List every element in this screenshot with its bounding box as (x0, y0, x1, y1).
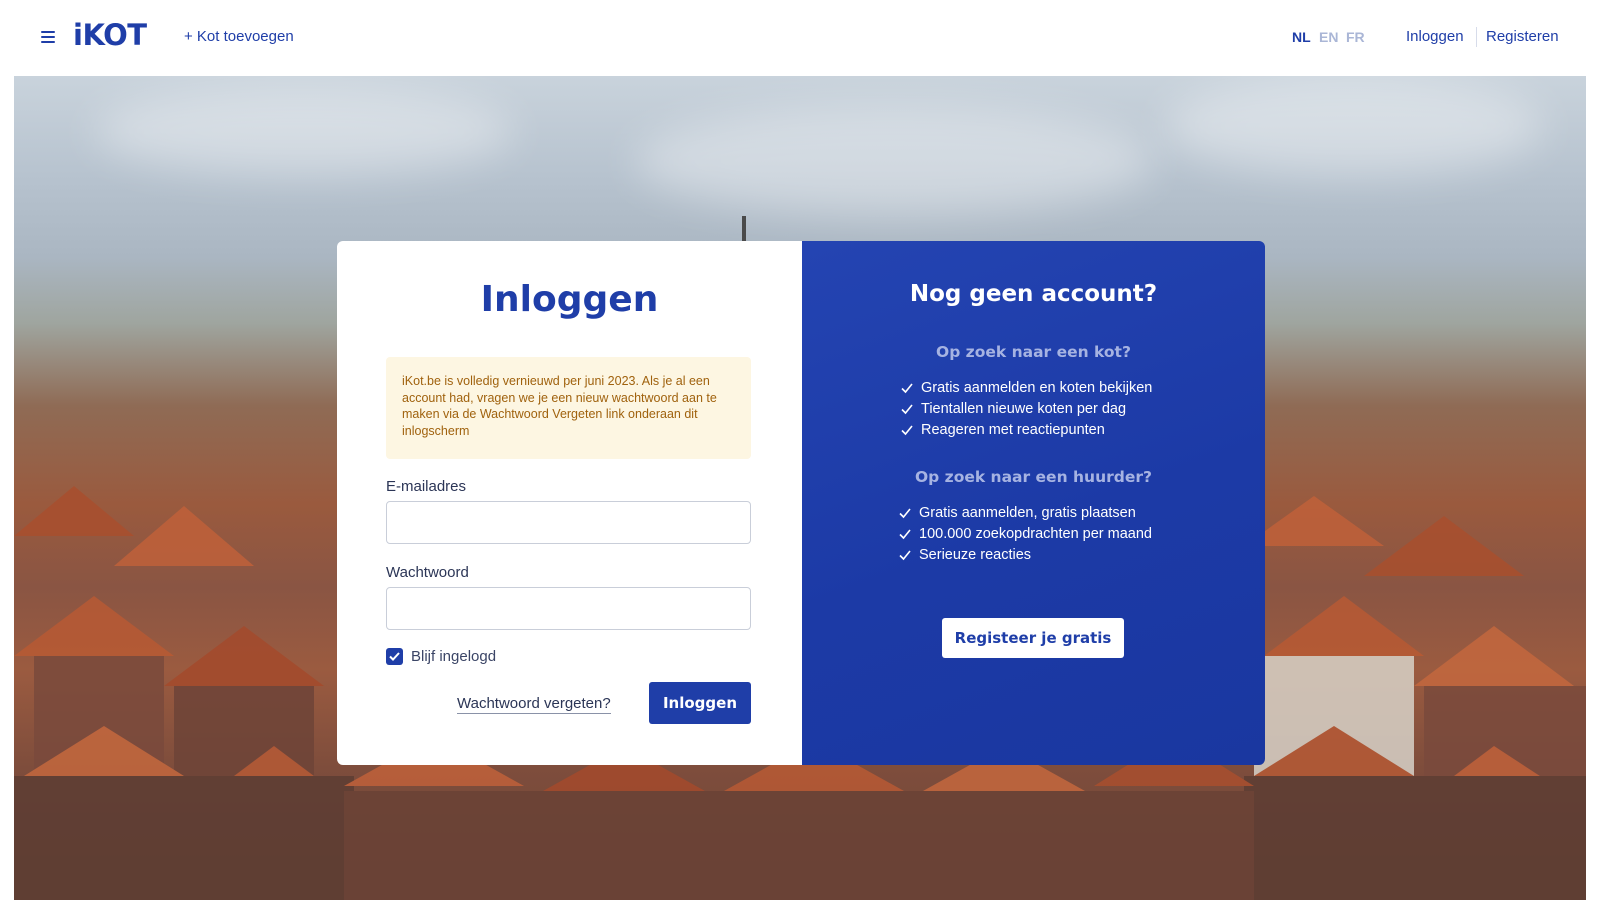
nav-divider (1476, 27, 1477, 47)
language-fr[interactable]: FR (1346, 29, 1365, 45)
tenant-benefits-list: Gratis aanmelden en koten bekijken Tient… (901, 377, 1152, 440)
list-item-text: Serieuze reacties (919, 546, 1032, 563)
list-item: Serieuze reacties (899, 544, 1152, 565)
ikot-logo[interactable]: iKOT (73, 18, 147, 52)
email-field[interactable] (386, 501, 751, 544)
password-label: Wachtwoord (386, 564, 469, 581)
renewal-notice: iKot.be is volledig vernieuwd per juni 2… (386, 357, 751, 459)
login-submit-button[interactable]: Inloggen (649, 682, 751, 724)
register-free-button[interactable]: Registeer je gratis (942, 618, 1124, 658)
list-item-text: 100.000 zoekopdrachten per maand (919, 525, 1152, 542)
list-item: Tientallen nieuwe koten per dag (901, 398, 1152, 419)
landlord-heading: Op zoek naar een huurder? (915, 468, 1152, 486)
check-icon (901, 382, 913, 393)
list-item-text: Gratis aanmelden, gratis plaatsen (919, 504, 1136, 521)
password-field[interactable] (386, 587, 751, 630)
check-icon (901, 424, 913, 435)
check-icon (899, 549, 911, 560)
login-title: Inloggen (480, 279, 659, 320)
remember-me-checkbox[interactable] (386, 648, 403, 665)
hamburger-menu-icon[interactable] (38, 28, 58, 46)
email-label: E-mailadres (386, 478, 467, 495)
login-panel: Inloggen iKot.be is volledig vernieuwd p… (337, 241, 802, 765)
forgot-password-link[interactable]: Wachtwoord vergeten? (457, 695, 611, 714)
language-nl[interactable]: NL (1292, 29, 1311, 45)
list-item: Reageren met reactiepunten (901, 419, 1152, 440)
list-item-text: Gratis aanmelden en koten bekijken (921, 379, 1153, 396)
register-title: Nog geen account? (909, 281, 1158, 307)
landlord-benefits-list: Gratis aanmelden, gratis plaatsen 100.00… (899, 502, 1152, 565)
remember-me-label: Blijf ingelogd (411, 648, 497, 665)
check-icon (899, 528, 911, 539)
tenant-heading: Op zoek naar een kot? (936, 343, 1131, 361)
check-icon (901, 403, 913, 414)
remember-me-row[interactable]: Blijf ingelogd (386, 648, 496, 665)
list-item-text: Reageren met reactiepunten (921, 421, 1105, 438)
register-panel: Nog geen account? Op zoek naar een kot? … (802, 241, 1265, 765)
language-en[interactable]: EN (1319, 29, 1338, 45)
header-register-link[interactable]: Registeren (1486, 28, 1559, 45)
list-item-text: Tientallen nieuwe koten per dag (921, 400, 1127, 417)
top-header: iKOT + Kot toevoegen NL EN FR Inloggen R… (0, 0, 1600, 76)
add-kot-link[interactable]: + Kot toevoegen (184, 28, 294, 45)
list-item: Gratis aanmelden, gratis plaatsen (899, 502, 1152, 523)
check-icon (899, 507, 911, 518)
list-item: 100.000 zoekopdrachten per maand (899, 523, 1152, 544)
list-item: Gratis aanmelden en koten bekijken (901, 377, 1152, 398)
header-login-link[interactable]: Inloggen (1406, 28, 1464, 45)
